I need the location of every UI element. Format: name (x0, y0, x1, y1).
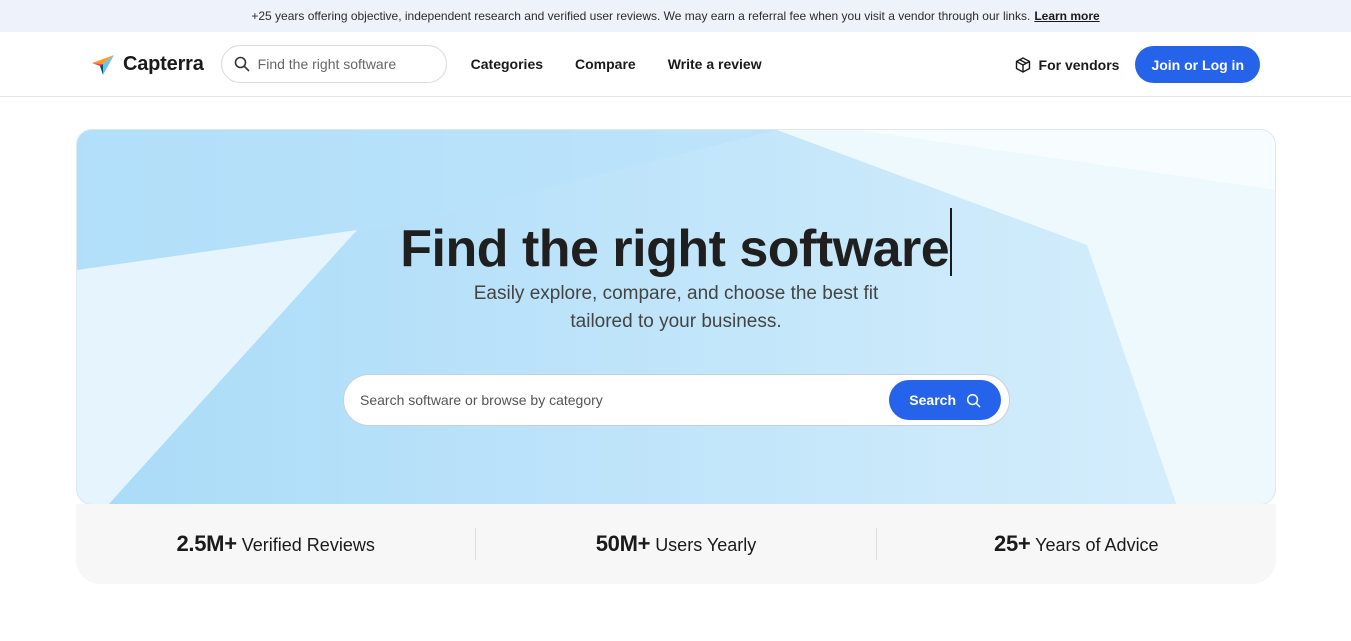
stat-users: 50M+ Users Yearly (476, 531, 875, 557)
hero-subtitle-line-2: tailored to your business. (570, 311, 782, 332)
nav-link-compare[interactable]: Compare (575, 56, 636, 72)
nav-right: For vendors Join or Log in (1015, 32, 1260, 97)
hero-search-input[interactable] (360, 392, 890, 408)
stat-number: 25+ (994, 531, 1031, 556)
package-icon (1015, 56, 1030, 73)
search-icon (234, 56, 249, 72)
main-navigation: Capterra Categories Compare Write a revi… (0, 32, 1351, 97)
search-icon (966, 393, 981, 407)
banner-text: +25 years offering objective, independen… (251, 9, 1031, 23)
hero-subtitle-line-1: Easily explore, compare, and choose the … (473, 283, 879, 304)
hero-search-box[interactable]: Search (343, 374, 1010, 426)
nav-search-box[interactable] (220, 45, 447, 83)
stat-reviews: 2.5M+ Verified Reviews (76, 531, 475, 557)
logo-text: Capterra (123, 52, 204, 75)
search-button-label: Search (909, 392, 956, 408)
stats-bar: 2.5M+ Verified Reviews 50M+ Users Yearly… (76, 504, 1276, 584)
for-vendors-link[interactable]: For vendors (1015, 56, 1120, 73)
for-vendors-label: For vendors (1038, 56, 1120, 73)
stat-label: Users Yearly (655, 535, 757, 555)
nav-link-categories[interactable]: Categories (471, 56, 543, 72)
nav-links: Categories Compare Write a review (471, 56, 762, 72)
stat-label: Years of Advice (1035, 535, 1159, 555)
hero-search-button[interactable]: Search (889, 380, 1001, 420)
nav-link-write-review[interactable]: Write a review (668, 56, 762, 72)
stat-number: 2.5M+ (176, 531, 237, 556)
learn-more-link[interactable]: Learn more (1034, 9, 1099, 23)
hero-title-text: Find the right software (400, 220, 950, 278)
text-caret (950, 208, 952, 276)
stat-number: 50M+ (595, 531, 651, 556)
hero-section: Find the right software Easily explore, … (76, 129, 1276, 505)
nav-search-input[interactable] (257, 56, 428, 72)
hero-subtitle: Easily explore, compare, and choose the … (77, 280, 1275, 336)
capterra-logo-icon (92, 55, 114, 75)
hero-title: Find the right software (77, 208, 1275, 279)
join-login-button[interactable]: Join or Log in (1135, 46, 1260, 83)
stat-years: 25+ Years of Advice (877, 531, 1276, 557)
stat-label: Verified Reviews (241, 535, 375, 555)
announcement-banner: +25 years offering objective, independen… (0, 0, 1351, 32)
logo[interactable]: Capterra (91, 52, 204, 76)
